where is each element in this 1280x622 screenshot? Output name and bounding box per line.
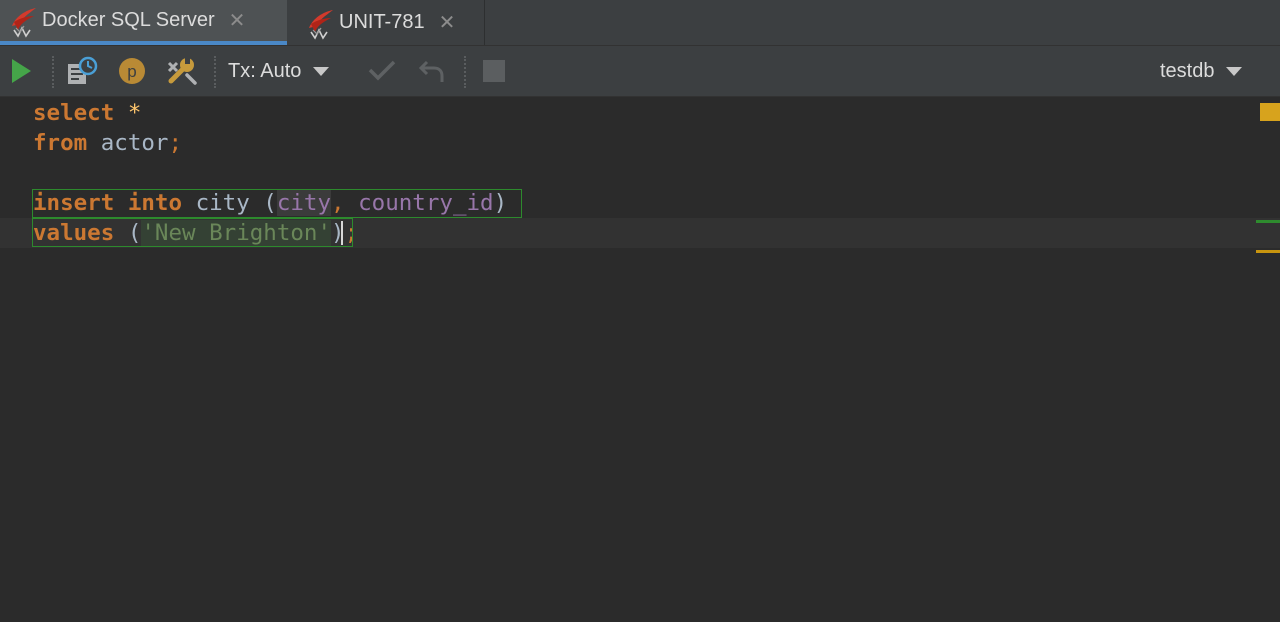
- paren-token: ): [493, 190, 508, 216]
- punctuation-token: ,: [331, 190, 345, 216]
- operator-token: *: [127, 100, 142, 126]
- query-history-button[interactable]: [64, 46, 100, 96]
- rollback-undo-icon: [418, 60, 444, 82]
- code-line-1: select *: [33, 98, 141, 128]
- tab-label: Docker SQL Server: [42, 9, 215, 31]
- tab-unit-781[interactable]: UNIT-781 ✕: [287, 0, 485, 45]
- database-name: testdb: [1160, 59, 1215, 82]
- sql-server-icon: [309, 9, 333, 40]
- column-token: city: [276, 190, 332, 216]
- inspection-status-marker[interactable]: [1260, 103, 1280, 121]
- stop-icon: [483, 60, 505, 82]
- keyword-token: values: [33, 220, 115, 246]
- punctuation-token: ;: [168, 130, 183, 156]
- commit-check-icon: [368, 60, 396, 81]
- settings-wrench-icon: [167, 57, 197, 85]
- parameters-icon: p: [119, 58, 145, 84]
- table-identifier: city: [195, 190, 250, 216]
- rollback-button[interactable]: [414, 46, 450, 96]
- code-line-5: values ('New Brighton');: [33, 218, 358, 248]
- query-history-icon: [68, 56, 98, 84]
- sql-editor[interactable]: select * from actor; insert into city (c…: [0, 97, 1280, 622]
- tx-mode-label: Tx: Auto: [228, 59, 302, 82]
- run-icon: [12, 59, 31, 83]
- sql-server-icon: [12, 7, 36, 38]
- text-caret: [341, 221, 343, 245]
- tab-docker-sql-server[interactable]: Docker SQL Server ✕: [0, 0, 287, 45]
- keyword-token: insert: [33, 190, 115, 216]
- paren-token: (: [127, 220, 142, 246]
- toolbar-separator: [464, 56, 466, 88]
- toolbar-separator: [52, 56, 54, 88]
- parameters-button[interactable]: p: [114, 46, 150, 96]
- editor-tab-bar: Docker SQL Server ✕ UNIT-781 ✕: [0, 0, 1280, 46]
- tab-label: UNIT-781: [339, 11, 425, 33]
- svg-text:p: p: [127, 62, 136, 81]
- query-toolbar: p Tx: Auto testdb: [0, 46, 1280, 97]
- gutter-marker-green[interactable]: [1256, 220, 1280, 223]
- database-selector[interactable]: testdb: [1160, 46, 1270, 96]
- stop-button[interactable]: [478, 46, 510, 96]
- commit-button[interactable]: [364, 46, 400, 96]
- keyword-token: into: [127, 190, 183, 216]
- run-button[interactable]: [4, 46, 38, 96]
- transaction-mode-dropdown[interactable]: Tx: Auto: [228, 46, 348, 96]
- column-token: country_id: [358, 190, 494, 216]
- code-line-4: insert into city (city, country_id): [33, 188, 507, 218]
- code-line-2: from actor;: [33, 128, 182, 158]
- toolbar-separator: [214, 56, 216, 88]
- punctuation-token: ;: [344, 220, 359, 246]
- settings-button[interactable]: [162, 46, 202, 96]
- chevron-down-icon: [1226, 66, 1243, 76]
- keyword-token: from: [33, 130, 88, 156]
- keyword-token: select: [33, 100, 115, 126]
- gutter-marker-warning[interactable]: [1256, 250, 1280, 253]
- close-icon[interactable]: ✕: [439, 13, 456, 33]
- string-literal: 'New Brighton': [141, 220, 332, 246]
- table-identifier: actor: [100, 130, 169, 156]
- close-icon[interactable]: ✕: [229, 11, 246, 31]
- paren-token: (: [263, 190, 277, 216]
- chevron-down-icon: [313, 66, 330, 76]
